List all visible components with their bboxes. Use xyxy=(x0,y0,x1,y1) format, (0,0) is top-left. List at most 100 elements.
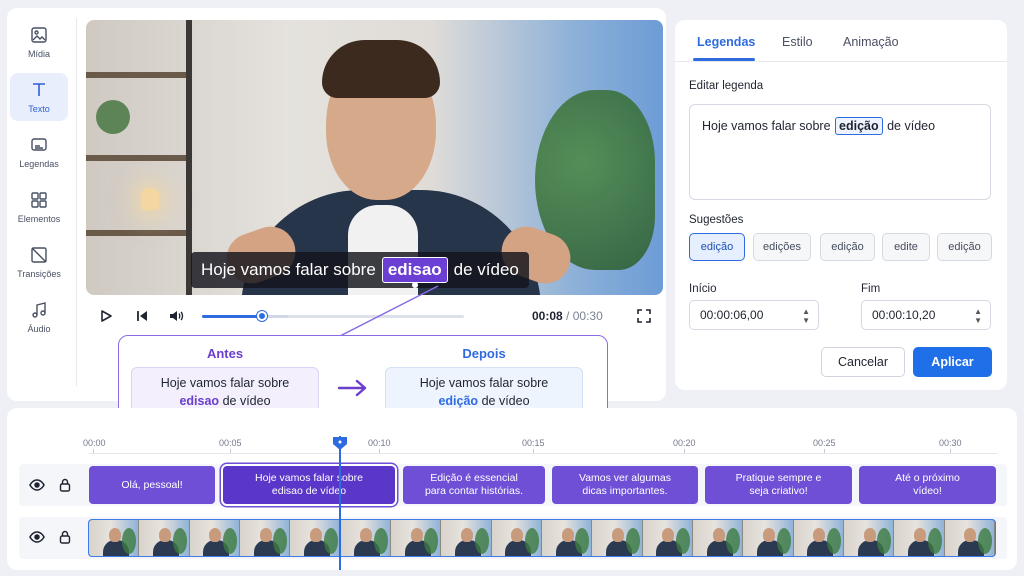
filmstrip-frame xyxy=(189,520,240,556)
transition-icon xyxy=(29,245,49,265)
caption-text-editor[interactable]: Hoje vamos falar sobre edição de vídeo xyxy=(689,104,991,200)
skip-back-icon[interactable] xyxy=(132,306,152,326)
stepper-icon[interactable]: ▲ ▼ xyxy=(802,307,810,325)
sidebar-item-label: Texto xyxy=(28,104,50,114)
sidebar-item-texto[interactable]: Texto xyxy=(10,73,68,121)
sidebar-item-midia[interactable]: Mídia xyxy=(10,18,68,66)
filmstrip-frame xyxy=(692,520,744,556)
play-icon[interactable] xyxy=(96,306,116,326)
suggestion-chip[interactable]: edição xyxy=(937,233,992,261)
edit-caption-label: Editar legenda xyxy=(689,80,764,92)
playhead-handle[interactable] xyxy=(332,436,348,450)
clip-line: Pratique sempre e xyxy=(735,472,822,484)
captions-icon xyxy=(29,135,49,155)
before-word: edisao xyxy=(179,394,220,408)
filmstrip-frame xyxy=(139,520,190,556)
panel-tabs: Legendas Estilo Animação xyxy=(675,20,1007,62)
clip-line: edisao de vídeo xyxy=(271,485,347,497)
clip-line: vídeo! xyxy=(913,485,942,497)
ruler-tick xyxy=(684,449,685,453)
sidebar-item-elementos[interactable]: Elementos xyxy=(10,183,68,231)
clip-line: para contar histórias. xyxy=(424,485,524,497)
volume-icon[interactable] xyxy=(166,306,186,326)
tick-label: 00:00 xyxy=(83,438,106,448)
before-line: Hoje vamos falar sobre xyxy=(160,376,290,390)
text-icon xyxy=(29,80,49,100)
tab-estilo[interactable]: Estilo xyxy=(782,35,813,49)
after-line: Hoje vamos falar sobre xyxy=(419,376,549,390)
clip-line: seja criativo! xyxy=(749,485,808,497)
time-separator: / xyxy=(566,309,570,323)
after-rest: de vídeo xyxy=(481,394,530,408)
caption-clip[interactable]: Vamos ver algumas dicas importantes. xyxy=(552,466,698,504)
suggestion-chip[interactable]: edição xyxy=(820,233,875,261)
filmstrip-frame xyxy=(843,520,895,556)
caption-properties-panel: Legendas Estilo Animação Editar legenda … xyxy=(675,20,1007,390)
clip-line: Olá, pessoal! xyxy=(121,478,183,491)
suggestion-chip[interactable]: edite xyxy=(882,233,930,261)
shelf xyxy=(86,230,191,236)
cancel-button[interactable]: Cancelar xyxy=(821,347,905,377)
tick-label: 00:30 xyxy=(939,438,962,448)
tick-label: 00:25 xyxy=(813,438,836,448)
ruler-tick xyxy=(950,449,951,453)
total-time: 00:30 xyxy=(572,309,603,323)
filmstrip-frame xyxy=(642,520,693,556)
eye-icon[interactable] xyxy=(29,477,45,493)
clip-line: Edição é essencial xyxy=(430,472,518,484)
lock-icon[interactable] xyxy=(57,529,73,545)
sidebar-item-label: Legendas xyxy=(19,159,59,169)
video-preview[interactable]: Hoje vamos falar sobre edisao de vídeo xyxy=(86,20,663,295)
caption-highlight-word[interactable]: edisao xyxy=(381,257,448,288)
sidebar: Mídia Texto Legendas Elementos Transiçõe… xyxy=(10,18,70,348)
sidebar-divider xyxy=(76,18,77,386)
filmstrip-frame xyxy=(541,520,593,556)
shelf xyxy=(86,72,191,78)
video-filmstrip[interactable] xyxy=(88,519,996,557)
end-time-input[interactable]: 00:00:10,20 ▲ ▼ xyxy=(861,300,991,330)
start-time-input[interactable]: 00:00:06,00 ▲ ▼ xyxy=(689,300,819,330)
filmstrip-frame xyxy=(743,520,794,556)
sidebar-item-label: Mídia xyxy=(27,49,50,59)
caption-clip[interactable]: Edição é essencial para contar histórias. xyxy=(403,466,545,504)
caption-clip[interactable]: Pratique sempre e seja criativo! xyxy=(705,466,852,504)
sidebar-item-legendas[interactable]: Legendas xyxy=(10,128,68,176)
suggestion-chip[interactable]: edições xyxy=(753,233,811,261)
progress-handle[interactable] xyxy=(257,311,268,321)
before-column: Antes Hoje vamos falar sobre edisao de v… xyxy=(131,346,319,417)
ruler-tick xyxy=(533,449,534,453)
ruler-tick xyxy=(230,449,231,453)
timeline-ruler[interactable] xyxy=(89,453,997,454)
ruler-tick xyxy=(379,449,380,453)
clip-line: Vamos ver algumas xyxy=(578,472,671,484)
video-caption[interactable]: Hoje vamos falar sobre edisao de vídeo xyxy=(191,252,529,288)
filmstrip-frame xyxy=(340,520,391,556)
playback-progress[interactable] xyxy=(202,311,464,321)
caption-clip[interactable]: Olá, pessoal! xyxy=(89,466,215,504)
fullscreen-icon[interactable] xyxy=(634,306,654,326)
caption-clip[interactable]: Até o próximo vídeo! xyxy=(859,466,996,504)
after-title: Depois xyxy=(462,346,506,361)
stepper-icon[interactable]: ▲ ▼ xyxy=(974,307,982,325)
editor-selected-word[interactable]: edição xyxy=(835,117,883,135)
time-readout: 00:08 / 00:30 xyxy=(532,309,603,323)
playhead[interactable] xyxy=(339,436,341,570)
filmstrip-frame xyxy=(290,520,341,556)
editor-text: de vídeo xyxy=(887,119,936,133)
sidebar-item-label: Áudio xyxy=(27,324,51,334)
grid-icon xyxy=(29,190,49,210)
tab-legendas[interactable]: Legendas xyxy=(697,35,755,49)
filmstrip-frame xyxy=(89,520,140,556)
lock-icon[interactable] xyxy=(57,477,73,493)
before-rest: de vídeo xyxy=(222,394,271,408)
eye-icon[interactable] xyxy=(29,529,45,545)
sidebar-item-audio[interactable]: Áudio xyxy=(10,293,68,341)
apply-button[interactable]: Aplicar xyxy=(913,347,992,377)
caption-clip[interactable]: Hoje vamos falar sobre edisao de vídeo xyxy=(223,466,395,504)
sidebar-item-transicoes[interactable]: Transições xyxy=(10,238,68,286)
caption-text: Hoje vamos falar sobre xyxy=(201,260,376,279)
suggestion-chip[interactable]: edição xyxy=(689,233,745,261)
tab-animacao[interactable]: Animação xyxy=(843,35,899,49)
after-column: Depois Hoje vamos falar sobre edição de … xyxy=(385,346,583,417)
shelf xyxy=(86,155,191,161)
